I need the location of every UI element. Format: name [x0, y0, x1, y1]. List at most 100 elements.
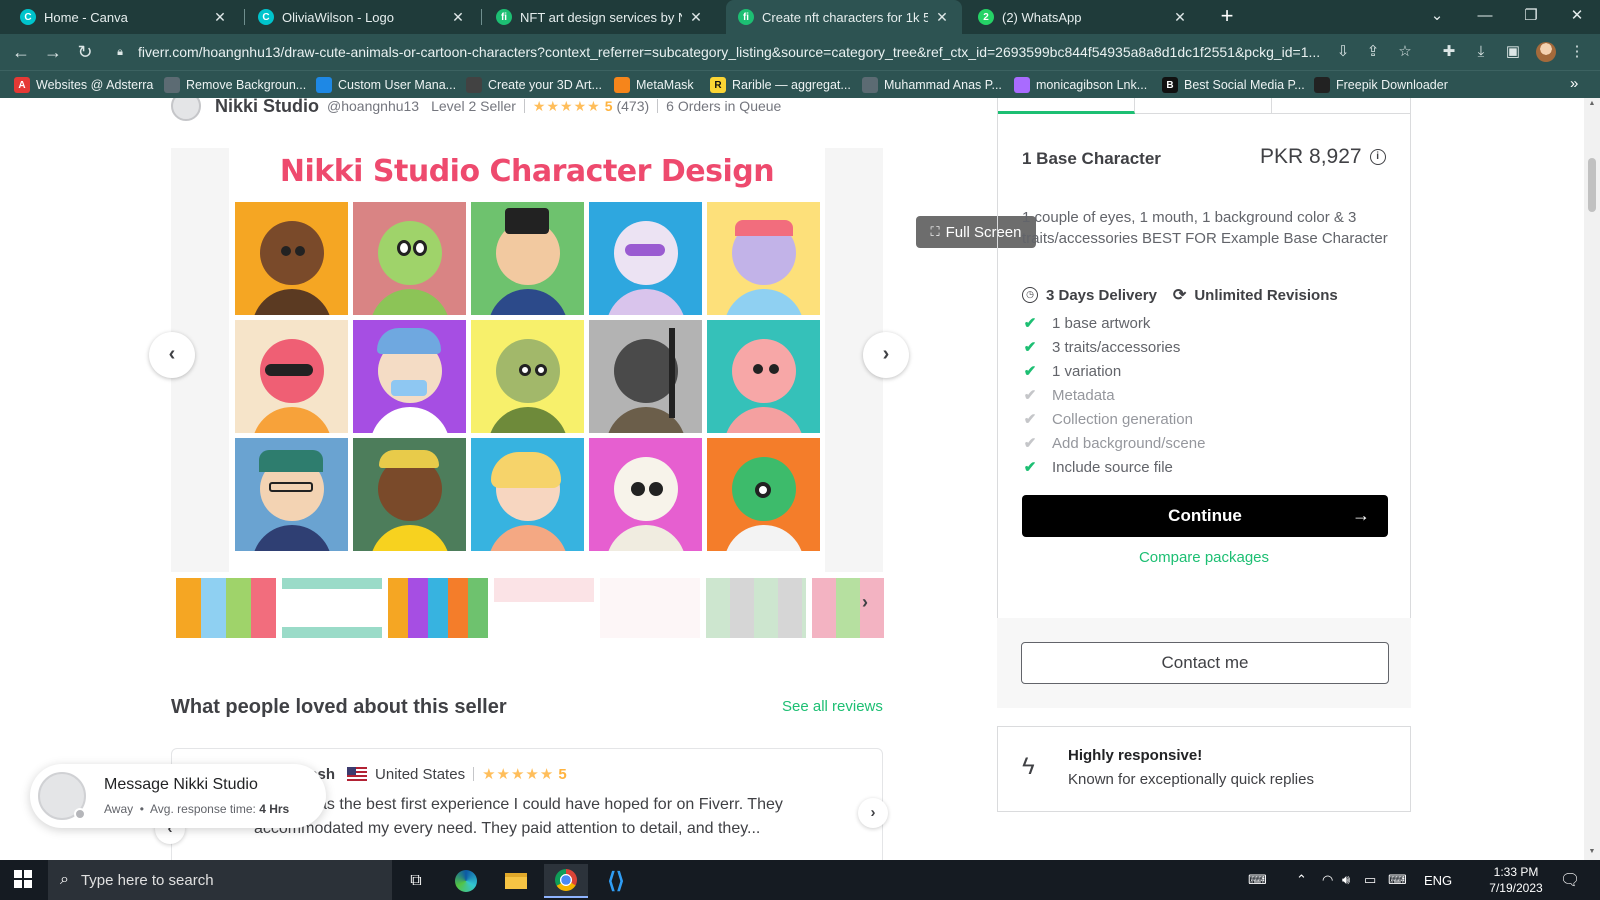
tab-whatsapp[interactable]: 2 (2) WhatsApp ✕: [966, 0, 1200, 34]
character-turtle: [471, 320, 584, 433]
thumbnail[interactable]: [176, 578, 276, 638]
windows-start-icon[interactable]: [14, 870, 32, 888]
bookmark-item[interactable]: Create your 3D Art...: [466, 76, 602, 94]
notifications-icon[interactable]: 🗨︎: [1560, 860, 1580, 900]
see-all-reviews-link[interactable]: See all reviews: [782, 698, 883, 715]
character-beanie-man: [235, 438, 348, 551]
taskbar-search-box[interactable]: ⌕ Type here to search: [48, 860, 392, 900]
tab-premium[interactable]: [1272, 98, 1409, 114]
vscode-icon[interactable]: ⟨⟩: [594, 864, 638, 898]
chrome-icon[interactable]: [544, 864, 588, 898]
character-grid: [235, 202, 820, 551]
gallery-prev-button[interactable]: ‹: [149, 332, 195, 378]
page-scrollbar[interactable]: ▲ ▼: [1584, 98, 1600, 860]
edge-icon[interactable]: [444, 864, 488, 898]
adsterra-icon: A: [14, 77, 30, 93]
thumbnail[interactable]: [282, 578, 382, 638]
chevron-up-icon[interactable]: ⌃: [1296, 860, 1307, 900]
list-item: ✔ 1 base artwork: [1023, 314, 1151, 333]
menu-kebab-icon[interactable]: ⋮: [1566, 41, 1588, 63]
forward-arrow-icon[interactable]: →: [40, 40, 66, 64]
tab-basic[interactable]: [998, 98, 1135, 114]
install-icon[interactable]: ⇩: [1332, 41, 1354, 63]
bookmark-item[interactable]: Freepik Downloader: [1314, 76, 1448, 94]
reload-icon[interactable]: ↻: [72, 40, 98, 64]
bookmark-item[interactable]: MetaMask: [614, 76, 694, 94]
review-count[interactable]: (473): [616, 98, 649, 114]
input-indicator-icon[interactable]: ⌨: [1388, 860, 1407, 900]
bookmark-item[interactable]: A Websites @ Adsterra: [14, 76, 153, 94]
language-indicator[interactable]: ENG: [1424, 860, 1452, 900]
package-price: PKR 8,927 i: [1260, 145, 1386, 169]
bookmark-item[interactable]: Remove Backgroun...: [164, 76, 306, 94]
minimize-button[interactable]: —: [1462, 0, 1508, 34]
browser-toolbar: ← → ↻ 🔒︎ fiverr.com/hoangnhu13/draw-cute…: [0, 34, 1600, 70]
continue-button[interactable]: Continue →: [1022, 495, 1388, 537]
close-icon[interactable]: ✕: [212, 9, 228, 26]
chevron-double-right-icon[interactable]: »: [1570, 75, 1578, 92]
tab-standard[interactable]: [1135, 98, 1272, 114]
downloads-icon[interactable]: ⤓: [1470, 41, 1492, 63]
rating-value: 5: [558, 765, 567, 783]
thumbnail[interactable]: [600, 578, 700, 638]
contact-me-button[interactable]: Contact me: [1021, 642, 1389, 684]
chevron-right-icon[interactable]: ›: [862, 592, 868, 613]
revisions: Unlimited Revisions: [1194, 286, 1338, 304]
seller-level: Level 2 Seller: [431, 98, 516, 114]
compare-packages-link[interactable]: Compare packages: [998, 549, 1410, 566]
address-bar[interactable]: 🔒︎ fiverr.com/hoangnhu13/draw-cute-anima…: [110, 38, 1326, 66]
star-rating-icon: ★★★★★: [482, 766, 555, 783]
wifi-icon[interactable]: ◠: [1322, 860, 1333, 900]
thumbnail[interactable]: [494, 578, 594, 638]
scrollbar-thumb[interactable]: [1588, 158, 1596, 212]
bookmark-item[interactable]: R Rarible — aggregat...: [710, 76, 851, 94]
tab-title: Create nft characters for 1k 5k 10: [762, 9, 928, 25]
tab-create-nft-characters[interactable]: fi Create nft characters for 1k 5k 10 ✕: [726, 0, 962, 34]
share-icon[interactable]: ⇪: [1362, 41, 1384, 63]
bookmark-star-icon[interactable]: ☆: [1394, 41, 1416, 63]
thumbnail[interactable]: [706, 578, 806, 638]
close-icon[interactable]: ✕: [688, 9, 704, 26]
clock-icon: ◷: [1022, 287, 1038, 303]
volume-icon[interactable]: 🔊︎: [1342, 860, 1350, 900]
window-close-button[interactable]: ✕: [1554, 0, 1600, 34]
close-icon[interactable]: ✕: [1172, 9, 1188, 26]
file-explorer-icon[interactable]: [494, 864, 538, 898]
bookmark-item[interactable]: Muhammad Anas P...: [862, 76, 1002, 94]
system-clock[interactable]: 1:33 PM 7/19/2023: [1486, 864, 1546, 896]
bookmark-item[interactable]: B Best Social Media P...: [1162, 76, 1305, 94]
close-icon[interactable]: ✕: [450, 9, 466, 26]
reviewer-country: United States: [375, 765, 466, 783]
bookmark-item[interactable]: monicagibson Lnk...: [1014, 76, 1147, 94]
thumbnail[interactable]: [812, 578, 884, 638]
tab-home-canva[interactable]: C Home - Canva ✕: [8, 0, 240, 34]
review-next-button[interactable]: ›: [858, 798, 888, 828]
side-panel-icon[interactable]: ▣: [1502, 41, 1524, 63]
tab-nft-art-design[interactable]: fi NFT art design services by NFT d ✕: [484, 0, 716, 34]
package-description: 1 couple of eyes, 1 mouth, 1 background …: [1022, 209, 1388, 247]
new-tab-button[interactable]: +: [1214, 4, 1240, 30]
back-arrow-icon[interactable]: ←: [8, 40, 34, 64]
gallery-next-button[interactable]: ›: [863, 332, 909, 378]
info-icon[interactable]: i: [1369, 149, 1386, 165]
extensions-icon[interactable]: ✚: [1438, 41, 1460, 63]
tab-oliviawilson-logo[interactable]: C OliviaWilson - Logo ✕: [246, 0, 478, 34]
fiverr-icon: fi: [738, 9, 754, 25]
seller-name[interactable]: Nikki Studio: [215, 98, 319, 117]
restore-button[interactable]: ❐: [1508, 0, 1554, 34]
message-seller-widget[interactable]: Message Nikki Studio Away • Avg. respons…: [30, 764, 326, 828]
gallery-image[interactable]: Nikki Studio Character Design: [229, 148, 825, 572]
freepik-icon: [1314, 77, 1330, 93]
keyboard-icon[interactable]: ⌨: [1248, 860, 1267, 900]
avatar[interactable]: [171, 98, 201, 121]
responsive-subtitle: Known for exceptionally quick replies: [1068, 771, 1314, 788]
task-view-icon[interactable]: ⧉: [394, 864, 438, 898]
thumbnail[interactable]: [388, 578, 488, 638]
tab-search-chevron-icon[interactable]: ⌄: [1414, 0, 1460, 34]
responsive-title: Highly responsive!: [1068, 747, 1203, 764]
battery-icon[interactable]: ▭: [1364, 860, 1376, 900]
bookmark-item[interactable]: Custom User Mana...: [316, 76, 456, 94]
tab-title: OliviaWilson - Logo: [282, 9, 394, 25]
profile-avatar[interactable]: [1536, 42, 1556, 62]
close-icon[interactable]: ✕: [934, 9, 950, 26]
